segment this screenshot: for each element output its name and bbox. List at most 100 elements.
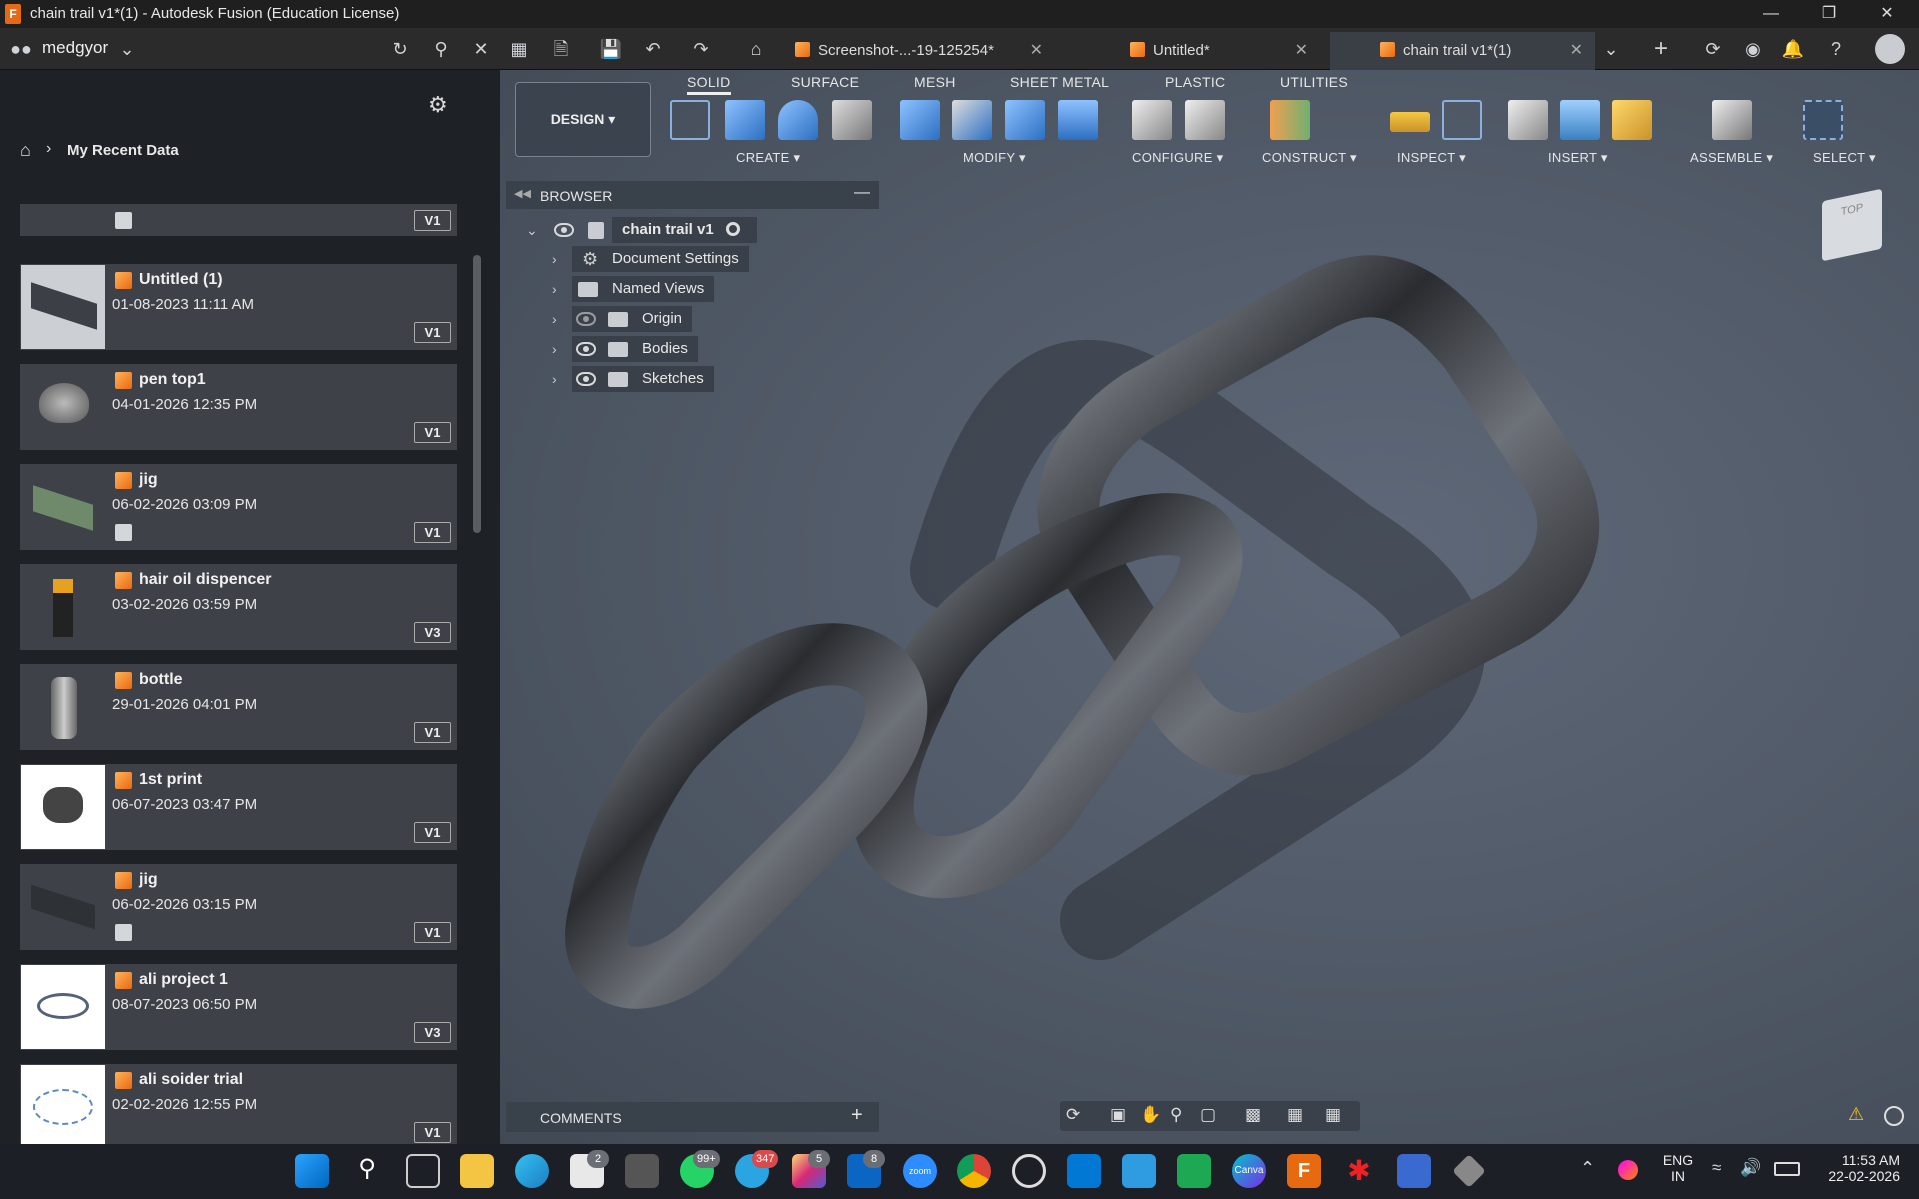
eye-hidden-icon[interactable] — [576, 312, 596, 326]
orbit-icon[interactable]: ⟳ — [1066, 1105, 1080, 1125]
chevron-right-icon[interactable]: › — [552, 276, 557, 302]
start-icon[interactable] — [295, 1154, 329, 1188]
tab-list-chevron-icon[interactable]: ⌄ — [1598, 36, 1624, 62]
home-icon[interactable]: ⌂ — [743, 36, 769, 62]
group-construct[interactable]: CONSTRUCT ▾ — [1262, 150, 1357, 166]
version-badge[interactable]: V1 — [414, 1122, 451, 1143]
hole-icon[interactable] — [832, 100, 872, 140]
browser-node-sketches[interactable]: › Sketches — [548, 366, 718, 392]
help-icon[interactable]: ? — [1823, 36, 1849, 62]
group-inspect[interactable]: INSPECT ▾ — [1397, 150, 1466, 166]
pan-icon[interactable]: ✋ — [1140, 1105, 1161, 1125]
app-icon[interactable] — [625, 1154, 659, 1188]
list-item[interactable]: hair oil dispencer 03-02-2026 03:59 PM V… — [20, 564, 457, 650]
photos-icon[interactable] — [1122, 1154, 1156, 1188]
language-indicator[interactable]: ENG IN — [1660, 1152, 1696, 1184]
press-pull-icon[interactable] — [900, 100, 940, 140]
offset-face-icon[interactable] — [1058, 100, 1098, 140]
list-item[interactable]: jig 06-02-2026 03:09 PM V1 — [20, 464, 457, 550]
chevron-down-icon[interactable]: ⌄ — [526, 217, 538, 243]
fusion-taskbar-icon[interactable]: F — [1287, 1154, 1321, 1188]
list-item[interactable]: ali project 1 08-07-2023 06:50 PM V3 — [20, 964, 457, 1050]
extrude-icon[interactable] — [725, 100, 765, 140]
list-item[interactable]: jig 06-02-2026 03:15 PM V1 — [20, 864, 457, 950]
home-icon[interactable]: ⌂ — [20, 140, 31, 161]
close-window-button[interactable]: ✕ — [1864, 0, 1910, 28]
chevron-right-icon[interactable]: › — [552, 366, 557, 392]
minimize-icon[interactable]: — — [854, 184, 870, 202]
insert-derive-icon[interactable] — [1508, 100, 1548, 140]
close-icon[interactable]: ✕ — [1295, 32, 1308, 70]
viewports-icon[interactable]: ▦ — [1325, 1105, 1341, 1125]
decal-icon[interactable] — [1560, 100, 1600, 140]
zoom-icon[interactable]: ⚲ — [1170, 1105, 1182, 1125]
new-component-icon[interactable] — [1712, 100, 1752, 140]
chevron-right-icon[interactable]: › — [552, 336, 557, 362]
list-item[interactable]: ali soider trial 02-02-2026 12:55 PM V1 — [20, 1064, 457, 1144]
battery-icon[interactable] — [1774, 1162, 1800, 1176]
extensions-icon[interactable]: ⟳ — [1700, 36, 1726, 62]
list-item[interactable]: bottle 29-01-2026 04:01 PM V1 — [20, 664, 457, 750]
version-badge[interactable]: V1 — [414, 322, 451, 343]
autodesk-icon[interactable]: ✱ — [1342, 1154, 1376, 1188]
group-select[interactable]: SELECT ▾ — [1813, 150, 1876, 166]
avatar[interactable] — [1875, 34, 1905, 64]
browser-node-bodies[interactable]: › Bodies — [548, 336, 708, 362]
browser-node-document-settings[interactable]: › Document Settings ⚙ — [548, 246, 768, 272]
doc-tab-untitled[interactable]: Untitled* ✕ — [1130, 32, 1320, 70]
revolve-icon[interactable] — [778, 100, 818, 140]
app-icon[interactable] — [1452, 1154, 1486, 1188]
version-badge[interactable]: V1 — [414, 822, 451, 843]
group-insert[interactable]: INSERT ▾ — [1548, 150, 1608, 166]
version-badge[interactable]: V1 — [414, 210, 451, 231]
tab-utilities[interactable]: UTILITIES — [1280, 74, 1348, 90]
display-mode-icon[interactable]: ▩ — [1245, 1105, 1261, 1125]
chevron-down-icon[interactable]: ⌄ — [114, 36, 140, 62]
grid-settings-icon[interactable]: ▦ — [1287, 1105, 1303, 1125]
eye-icon[interactable] — [554, 223, 574, 237]
chevron-right-icon[interactable]: › — [552, 306, 557, 332]
add-comment-icon[interactable]: + — [851, 1104, 863, 1127]
combine-icon[interactable] — [1005, 100, 1045, 140]
select-icon[interactable] — [1803, 100, 1843, 140]
look-at-icon[interactable]: ▣ — [1110, 1105, 1126, 1125]
task-view-icon[interactable] — [406, 1154, 440, 1188]
tab-sheet-metal[interactable]: SHEET METAL — [1010, 74, 1109, 90]
group-modify[interactable]: MODIFY ▾ — [963, 150, 1026, 166]
version-badge[interactable]: V1 — [414, 922, 451, 943]
browser-node-origin[interactable]: › Origin — [548, 306, 708, 332]
minimize-button[interactable]: — — [1748, 0, 1794, 28]
display-settings-icon[interactable] — [1884, 1106, 1904, 1126]
collapse-icon[interactable]: ◀◀ — [514, 187, 531, 200]
close-icon[interactable]: ✕ — [1570, 32, 1583, 70]
list-item[interactable]: pen top1 04-01-2026 12:35 PM V1 — [20, 364, 457, 450]
gear-icon[interactable]: ⚙ — [428, 92, 448, 118]
wifi-icon[interactable]: ≈ — [1712, 1158, 1721, 1178]
tab-mesh[interactable]: MESH — [914, 74, 956, 90]
browser-node-named-views[interactable]: › Named Views — [548, 276, 728, 302]
tab-plastic[interactable]: PLASTIC — [1165, 74, 1225, 90]
save-icon[interactable]: 💾 — [598, 36, 624, 62]
chrome-icon[interactable] — [957, 1154, 991, 1188]
offset-plane-icon[interactable] — [1270, 100, 1310, 140]
group-create[interactable]: CREATE ▾ — [736, 150, 800, 166]
tab-surface[interactable]: SURFACE — [791, 74, 859, 90]
redo-icon[interactable]: ↷ — [688, 36, 714, 62]
refresh-icon[interactable]: ↻ — [387, 36, 413, 62]
doc-tab-screenshot[interactable]: Screenshot-...-19-125254* ✕ — [795, 32, 1055, 70]
fit-icon[interactable]: ▢ — [1200, 1105, 1216, 1125]
team-icon[interactable]: ●● — [8, 36, 34, 62]
close-panel-icon[interactable]: ✕ — [468, 36, 494, 62]
app-icon[interactable] — [1397, 1154, 1431, 1188]
list-item[interactable]: 1st print 06-07-2023 03:47 PM V1 — [20, 764, 457, 850]
doc-tab-chain-trail[interactable]: chain trail v1*(1) ✕ — [1330, 32, 1595, 70]
clock[interactable]: 11:53 AM 22-02-2026 — [1820, 1152, 1900, 1184]
chevron-up-icon[interactable]: ⌃ — [1580, 1158, 1595, 1179]
breadcrumb[interactable]: My Recent Data — [67, 142, 179, 159]
table-icon[interactable] — [1185, 100, 1225, 140]
undo-icon[interactable]: ↶ — [640, 36, 666, 62]
eye-icon[interactable] — [576, 342, 596, 356]
list-item[interactable]: V1 — [20, 204, 457, 236]
activate-radio-icon[interactable] — [725, 222, 740, 236]
zoom-app-icon[interactable]: zoom — [903, 1154, 937, 1188]
